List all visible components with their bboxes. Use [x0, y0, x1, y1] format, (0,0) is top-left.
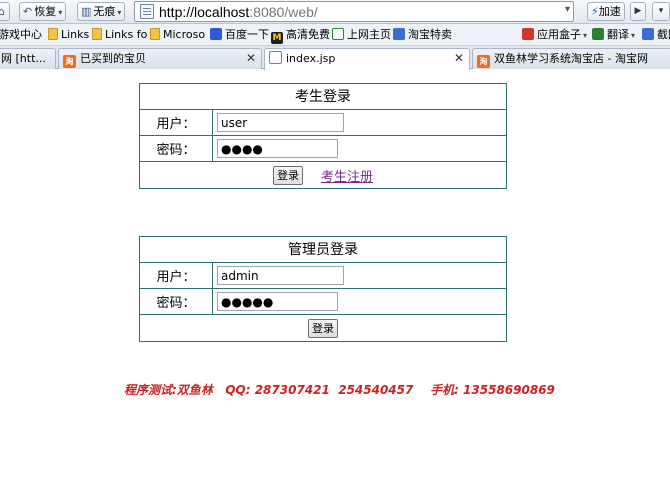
fav-translate[interactable]: 翻译 ▾ — [592, 27, 635, 44]
student-password-input[interactable] — [217, 139, 338, 158]
screenshot-icon — [642, 28, 654, 40]
tab-bar: 网 [htt... 淘已买到的宝贝 ✕ index.jsp ✕ 淘双鱼林学习系统… — [0, 46, 670, 70]
tab-2[interactable]: 淘已买到的宝贝 ✕ — [58, 48, 262, 69]
home-icon: ⌂ — [0, 5, 5, 18]
restore-button[interactable]: ↶ 恢复 ▾ — [19, 2, 67, 21]
forward-button[interactable]: ▶ — [630, 2, 646, 21]
tab-3[interactable]: index.jsp ✕ — [264, 48, 470, 70]
close-icon[interactable]: ✕ — [454, 49, 464, 68]
close-icon[interactable]: ✕ — [246, 49, 256, 68]
chevron-down-icon: ▾ — [117, 8, 122, 17]
tab-1[interactable]: 网 [htt... — [0, 48, 56, 69]
taobao-icon — [393, 28, 405, 40]
address-dropdown-icon[interactable]: ▾ — [565, 4, 570, 15]
taobao-icon: 淘 — [477, 55, 490, 68]
folder-icon — [48, 28, 58, 40]
page-icon — [140, 4, 154, 19]
username-label: 用户： — [139, 262, 213, 289]
play-icon: ▶ — [634, 6, 642, 16]
student-login-button[interactable]: 登录 — [272, 165, 303, 185]
incognito-icon: ▥ — [81, 5, 92, 18]
apps-icon — [522, 28, 534, 40]
student-username-input[interactable] — [217, 113, 344, 132]
fav-baidu[interactable]: 百度一下 — [210, 27, 269, 43]
home-button[interactable]: ⌂ — [0, 2, 10, 21]
fav-taobao-sale[interactable]: 淘宝特卖 — [393, 27, 452, 43]
fav-app-box[interactable]: 应用盒子 ▾ — [522, 27, 587, 44]
admin-login-table: 管理员登录 用户： 密码： 登录 — [139, 236, 507, 342]
tab-4[interactable]: 淘双鱼林学习系统淘宝店 - 淘宝网 — [472, 48, 670, 69]
footer-contact: 程序测试:双鱼林 QQ: 287307421 254540457 手机: 135… — [124, 383, 555, 397]
no-trace-button[interactable]: ▥ 无痕 ▾ — [77, 2, 126, 21]
fav-game-center[interactable]: 游戏中心 — [0, 27, 42, 43]
student-register-link[interactable]: 考生注册 — [321, 170, 373, 185]
password-label: 密码： — [139, 288, 213, 315]
m-icon: M — [271, 32, 283, 44]
fav-links[interactable]: Links — [48, 27, 89, 43]
home-icon — [332, 28, 344, 40]
address-bar[interactable]: http://localhost:8080/web/ ▾ — [134, 1, 574, 22]
menu-button[interactable]: ▾ — [652, 2, 670, 21]
chevron-down-icon: ▾ — [58, 8, 63, 17]
url-text: http://localhost:8080/web/ — [159, 4, 318, 20]
password-label: 密码： — [139, 135, 213, 162]
admin-login-button[interactable]: 登录 — [308, 318, 338, 338]
lightning-icon: ⚡ — [591, 5, 599, 18]
username-label: 用户： — [139, 109, 213, 136]
chevron-down-icon: ▾ — [583, 31, 588, 40]
fav-hd-free[interactable]: M 高清免费 — [271, 27, 330, 44]
admin-password-input[interactable] — [217, 292, 338, 311]
fav-screenshot[interactable]: 截图 — [642, 27, 670, 43]
undo-icon: ↶ — [23, 5, 33, 18]
fav-microsoft[interactable]: Microso — [150, 27, 205, 43]
chevron-down-icon: ▾ — [631, 31, 636, 40]
folder-icon — [150, 28, 160, 40]
baidu-paw-icon — [210, 28, 222, 40]
admin-username-input[interactable] — [217, 266, 344, 285]
student-login-table: 考生登录 用户： 密码： 登录 考生注册 — [139, 83, 507, 189]
chevron-down-icon: ▾ — [658, 6, 664, 16]
page-icon — [269, 51, 282, 64]
fav-links-for[interactable]: Links fo — [92, 27, 147, 43]
favorites-bar: 游戏中心 Links Links fo Microso 百度一下 M 高清免费 上… — [0, 24, 670, 46]
fav-home-page[interactable]: 上网主页 — [332, 27, 391, 43]
folder-icon — [92, 28, 102, 40]
student-login-title: 考生登录 — [139, 83, 507, 110]
taobao-icon: 淘 — [63, 55, 76, 68]
browser-toolbar: ⌂ ↶ 恢复 ▾ ▥ 无痕 ▾ http://localhost:8080/web/ ▾… — [0, 0, 670, 24]
speed-up-button[interactable]: ⚡加速 — [587, 2, 625, 21]
translate-icon — [592, 28, 604, 40]
admin-login-title: 管理员登录 — [139, 236, 507, 263]
